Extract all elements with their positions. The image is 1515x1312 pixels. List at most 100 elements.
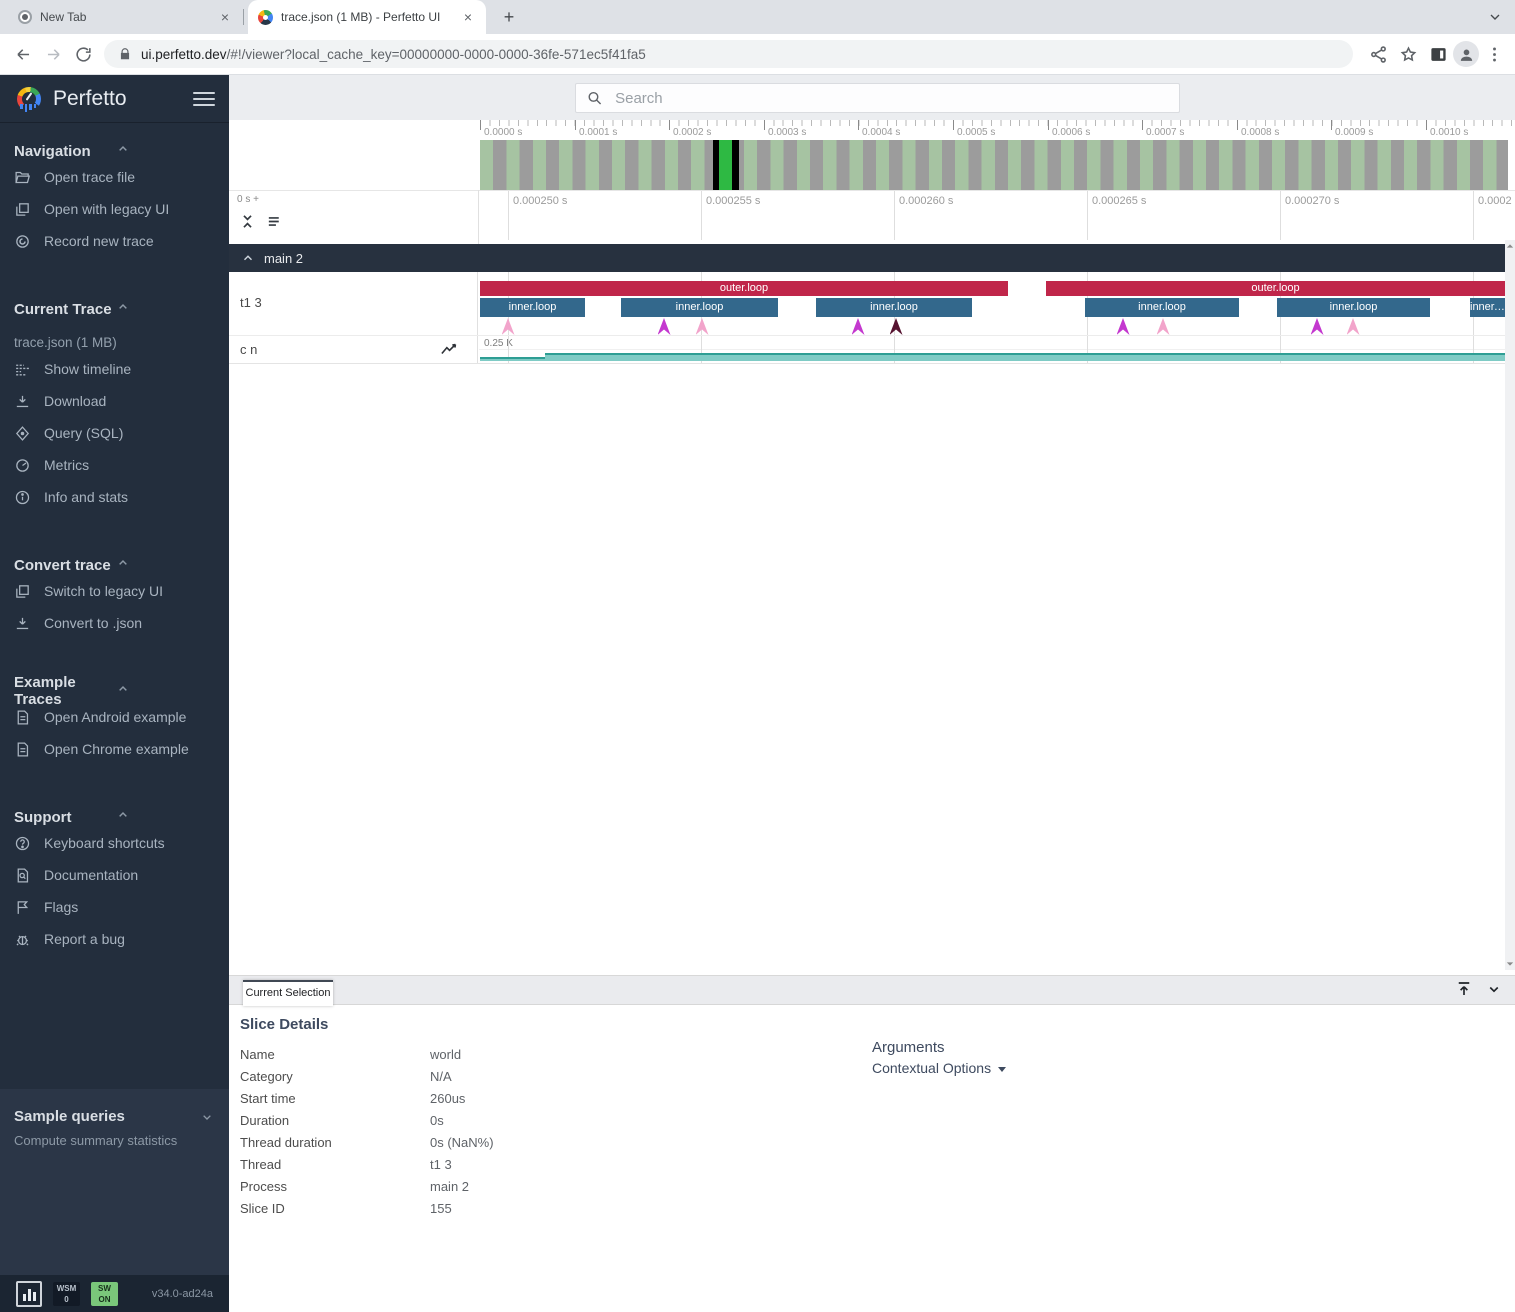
browser-toolbar: ui.perfetto.dev/#!/viewer?local_cache_ke… (0, 34, 1515, 75)
instant-event-arrow-icon[interactable] (890, 318, 903, 335)
info-icon (14, 489, 31, 506)
instant-event-arrow-icon[interactable] (1157, 318, 1170, 335)
sidebar-item-keyboard-shortcuts[interactable]: Keyboard shortcuts (14, 827, 215, 859)
sidebar-item-info-and-stats[interactable]: Info and stats (14, 481, 215, 513)
section-title[interactable]: Example Traces (14, 681, 215, 701)
section-title[interactable]: Current Trace (14, 299, 215, 319)
sidebar-item-open-trace-file[interactable]: Open trace file (14, 161, 215, 193)
address-bar[interactable]: ui.perfetto.dev/#!/viewer?local_cache_ke… (104, 40, 1353, 68)
reload-icon[interactable] (68, 39, 98, 69)
section-title[interactable]: Support (14, 807, 215, 827)
counter-track-shelf[interactable]: c n (229, 336, 478, 363)
sidebar-item-open-with-legacy-ui[interactable]: Open with legacy UI (14, 193, 215, 225)
detail-value: 0s (430, 1113, 444, 1128)
detail-label: Thread duration (240, 1135, 430, 1150)
scroll-down-icon[interactable] (1506, 960, 1514, 968)
contextual-options-dropdown[interactable]: Contextual Options (872, 1060, 1006, 1076)
timeline-icon (14, 361, 31, 378)
browser-tab-newtab[interactable]: New Tab × (8, 0, 243, 34)
forward-icon[interactable] (38, 39, 68, 69)
viewport-marker[interactable] (713, 140, 739, 190)
slice-outer-loop[interactable]: outer.loop (1046, 281, 1505, 296)
tab-close-icon[interactable]: × (460, 9, 476, 25)
timeline-minimap[interactable] (480, 140, 1508, 190)
sidebar-item-switch-to-legacy-ui[interactable]: Switch to legacy UI (14, 575, 215, 607)
browser-menu-icon[interactable] (1479, 39, 1509, 69)
line-chart-icon[interactable] (441, 342, 459, 361)
doc-search-icon (14, 867, 31, 884)
tab-close-icon[interactable]: × (217, 9, 233, 25)
slice-inner-loop[interactable]: inner.loop (1277, 298, 1430, 317)
instant-event-arrow-icon[interactable] (1347, 318, 1360, 335)
slice-inner-loop[interactable]: inner.loop (480, 298, 585, 317)
screen: New Tab × trace.json (1 MB) - Perfetto U… (0, 0, 1515, 1312)
slice-inner-loop[interactable]: inner.loop (621, 298, 778, 317)
sidebar-item-report-a-bug[interactable]: Report a bug (14, 923, 215, 955)
sidebar-item-record-new-trace[interactable]: Record new trace (14, 225, 215, 257)
collapse-panel-icon[interactable] (1485, 980, 1503, 998)
sidebar-item-flags[interactable]: Flags (14, 891, 215, 923)
expand-panel-up-icon[interactable] (1455, 980, 1473, 998)
metrics-icon (14, 457, 31, 474)
new-tab-button[interactable]: + (498, 7, 520, 29)
sidebar-item-metrics[interactable]: Metrics (14, 449, 215, 481)
sidebar-item-download[interactable]: Download (14, 385, 215, 417)
instant-event-arrow-icon[interactable] (1117, 318, 1130, 335)
profile-avatar[interactable] (1453, 41, 1479, 67)
vertical-scrollbar[interactable] (1505, 240, 1515, 970)
sidebar-item-query-sql[interactable]: Query (SQL) (14, 417, 215, 449)
thread-track-name: t1 3 (240, 295, 262, 310)
track-menu-icon[interactable] (266, 213, 283, 230)
ruler-major-tick (1142, 120, 1143, 130)
section-title[interactable]: Navigation (14, 141, 215, 161)
bug-icon (14, 931, 31, 948)
slice-outer-loop[interactable]: outer.loop (480, 281, 1008, 296)
perfetto-topbar (229, 75, 1515, 120)
axis-gridline (508, 191, 509, 240)
sample-query-item[interactable]: Compute summary statistics (14, 1133, 215, 1148)
sample-queries-title[interactable]: Sample queries (14, 1107, 215, 1127)
sidebar-item-open-chrome-example[interactable]: Open Chrome example (14, 733, 215, 765)
search-box[interactable] (575, 83, 1180, 113)
doc-icon (14, 741, 31, 758)
ruler-tick-label: 0.0005 s (957, 127, 995, 138)
instant-event-arrow-icon[interactable] (658, 318, 671, 335)
hotkeys-chart-icon[interactable] (16, 1281, 42, 1307)
slice-inner-loop[interactable]: inner.loop (1470, 298, 1505, 317)
ruler-major-tick (1331, 120, 1332, 130)
instant-event-arrow-icon[interactable] (696, 318, 709, 335)
shelf-divider (478, 190, 479, 244)
share-icon[interactable] (1363, 39, 1393, 69)
ruler-major-tick (669, 120, 670, 130)
lock-icon (118, 47, 132, 61)
scroll-up-icon[interactable] (1506, 242, 1514, 250)
thread-track-shelf[interactable]: t1 3 (229, 272, 478, 335)
bookmark-star-icon[interactable] (1393, 39, 1423, 69)
ruler-major-tick (764, 120, 765, 130)
sidebar-item-documentation[interactable]: Documentation (14, 859, 215, 891)
ruler-tick-label: 0.0002 s (673, 127, 711, 138)
collapse-tracks-icon[interactable] (239, 213, 256, 230)
instant-event-arrow-icon[interactable] (1311, 318, 1324, 335)
hamburger-menu-icon[interactable] (193, 88, 215, 110)
legacy-ui-icon (14, 201, 31, 218)
browser-tab-perfetto[interactable]: trace.json (1 MB) - Perfetto UI × (248, 0, 486, 34)
slice-inner-loop[interactable]: inner.loop (816, 298, 972, 317)
back-icon[interactable] (8, 39, 38, 69)
tab-current-selection[interactable]: Current Selection (243, 980, 333, 1006)
counter-value-area[interactable] (545, 353, 1505, 361)
slice-inner-loop[interactable]: inner.loop (1085, 298, 1239, 317)
sidebar-section-convert-trace: Convert traceSwitch to legacy UIConvert … (0, 537, 229, 663)
side-panel-icon[interactable] (1423, 39, 1453, 69)
counter-value-area[interactable] (480, 357, 545, 361)
search-input[interactable] (615, 90, 1169, 107)
axis-gridline (701, 191, 702, 240)
tab-strip-chevron-icon[interactable] (1487, 9, 1503, 30)
detail-value: main 2 (430, 1179, 469, 1194)
timeline-header: 0.0000 s0.0001 s0.0002 s0.0003 s0.0004 s… (229, 120, 1515, 244)
instant-event-arrow-icon[interactable] (852, 318, 865, 335)
sidebar-item-convert-to-json[interactable]: Convert to .json (14, 607, 215, 639)
sidebar-item-show-timeline[interactable]: Show timeline (14, 353, 215, 385)
section-title[interactable]: Convert trace (14, 555, 215, 575)
process-group-header[interactable]: main 2 (229, 244, 1505, 272)
